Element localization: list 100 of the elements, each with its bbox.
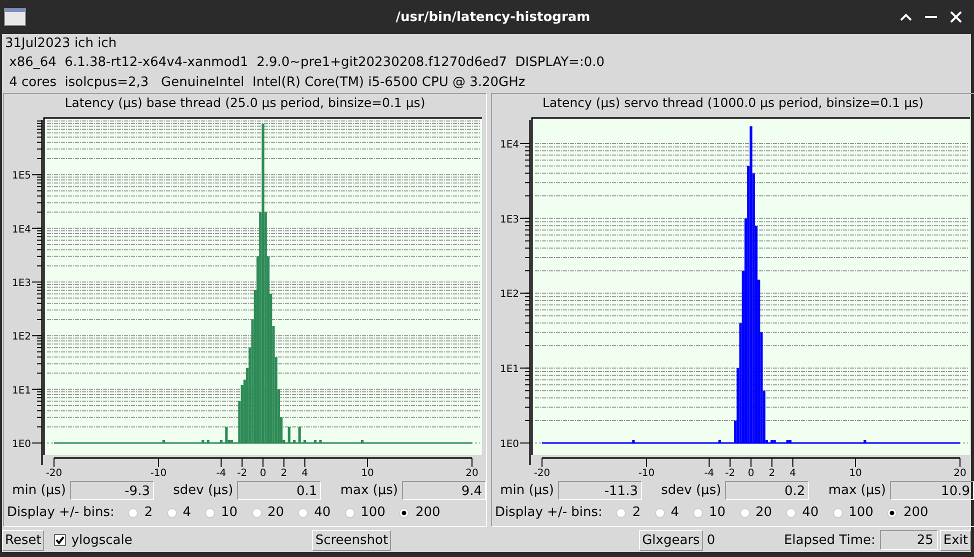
histogram-bar [202, 440, 204, 443]
radio-icon[interactable] [832, 508, 843, 518]
histogram-bar [298, 426, 301, 443]
radio-icon[interactable] [740, 508, 750, 518]
tick-label: -2 [237, 468, 248, 477]
maximize-icon[interactable] [900, 13, 912, 21]
tick-label: -2 [725, 468, 736, 477]
chart-title: Latency (µs) base thread (25.0 µs period, binsize=0.1 µs) [64, 94, 426, 112]
bins-radio[interactable]: 40 [298, 505, 331, 520]
bins-radio[interactable]: 20 [252, 505, 284, 520]
bins-radio[interactable]: 200 [887, 505, 928, 520]
elapsed-field: 25 [880, 530, 938, 550]
info-line: 31Jul2023 ich ich [4, 35, 118, 53]
tick-label: -4 [216, 468, 226, 477]
bins-label: Display +/- bins: [7, 505, 114, 520]
stat-label: min (µs) [11, 482, 66, 498]
radio-icon[interactable] [128, 508, 138, 518]
histogram-bar [293, 440, 296, 443]
radio-icon[interactable] [654, 508, 665, 518]
exit-button[interactable]: Exit [940, 530, 971, 550]
tick-label: 1E5 [12, 170, 31, 182]
window-icon [4, 8, 26, 26]
screenshot-button[interactable]: Screenshot [312, 530, 392, 550]
tick-label: 1E4 [500, 139, 519, 150]
tick-label: 4 [790, 468, 796, 477]
stat-label: sdev (µs) [172, 482, 234, 498]
tick-label: 1E2 [500, 289, 519, 300]
tick-label: 2 [768, 468, 776, 477]
bins-radio[interactable]: 2 [616, 505, 641, 520]
glxgears-button[interactable]: Glxgears [639, 530, 703, 550]
tick-label: 4 [302, 468, 308, 477]
radio-icon[interactable] [252, 508, 262, 518]
tick-label: -20 [534, 468, 550, 477]
stat-label: min (µs) [499, 482, 554, 498]
stat-field: -9.3 [70, 480, 154, 500]
histogram-bar [220, 440, 222, 443]
tick-label: -10 [638, 468, 655, 477]
bins-radio[interactable]: 2 [128, 505, 153, 520]
bins-radio[interactable]: 100 [344, 505, 386, 520]
tick-label: 20 [954, 468, 966, 477]
tick-label: 1E1 [500, 364, 519, 376]
tick-label: 20 [466, 468, 478, 477]
info-line: 4 cores isolcpus=2,3 GenuineIntel Intel(R) Core(TM) i5-6500 CPU @ 3.20GHz [8, 74, 526, 92]
bins-radio[interactable]: 200 [399, 505, 440, 520]
tick-label: -10 [150, 468, 167, 477]
radio-icon[interactable] [887, 508, 898, 518]
radio-icon[interactable] [204, 508, 215, 518]
tick-label: 2 [280, 468, 288, 477]
radio-icon[interactable] [692, 508, 703, 518]
tick-label: 10 [361, 468, 374, 477]
info-line: x86_64 6.1.38-rt12-x64v4-xanmod1 2.9.0~pre1+git20230208.f1270d6ed7 DISPLAY=:0.0 [8, 54, 606, 72]
bins-radio[interactable]: 4 [654, 505, 679, 520]
radio-icon[interactable] [166, 508, 177, 518]
bins-radio[interactable]: 100 [832, 505, 874, 520]
stat-label: max (µs) [827, 482, 886, 498]
bins-radio[interactable]: 10 [692, 505, 726, 520]
radio-icon[interactable] [786, 508, 796, 518]
histogram-bar [206, 440, 210, 443]
reset-button[interactable]: Reset [2, 530, 44, 550]
tick-label: 1E0 [12, 439, 31, 450]
stat-label: sdev (µs) [660, 482, 722, 498]
ylogscale-checkbox[interactable]: ylogscale [54, 532, 132, 548]
bins-radio[interactable]: 20 [740, 505, 772, 520]
stat-field: 0.1 [237, 480, 322, 500]
close-icon[interactable] [950, 11, 962, 23]
histogram-bar [304, 440, 306, 443]
bins-radio[interactable]: 10 [204, 505, 238, 520]
tick-label: -20 [46, 468, 62, 477]
tick-label: 1E1 [12, 385, 31, 396]
histogram-bar [288, 426, 290, 443]
chart-title: Latency (µs) servo thread (1000.0 µs period, binsize=0.1 µs) [542, 94, 924, 112]
histogram-bar [864, 440, 866, 443]
radio-icon[interactable] [298, 508, 308, 518]
stat-field: -11.3 [558, 480, 642, 500]
glxgears-count: 0 [706, 532, 716, 548]
histogram-bar [718, 440, 721, 443]
minimize-icon[interactable] [925, 15, 937, 19]
tick-label: 1E3 [12, 278, 31, 289]
bins-radio[interactable]: 4 [166, 505, 191, 520]
radio-icon[interactable] [344, 508, 355, 518]
histogram-bar [632, 440, 635, 443]
radio-icon[interactable] [399, 508, 410, 518]
tick-label: 1E0 [500, 439, 519, 450]
bins-radio[interactable]: 40 [786, 505, 819, 520]
tick-label: 1E3 [500, 214, 519, 226]
bins-label: Display +/- bins: [495, 505, 602, 520]
tick-label: 0 [260, 468, 266, 477]
checkbox-icon[interactable] [54, 534, 66, 546]
histogram-bar [360, 440, 364, 443]
elapsed-label: Elapsed Time: [784, 532, 876, 548]
stat-field: 0.2 [725, 480, 810, 500]
tick-label: 10 [849, 468, 862, 477]
histogram-bar [314, 440, 317, 443]
tick-label: 1E2 [12, 332, 31, 343]
window-title: /usr/bin/latency-histogram [394, 10, 592, 24]
tick-label: 1E4 [12, 224, 31, 236]
stat-label: max (µs) [339, 482, 398, 498]
radio-icon[interactable] [616, 508, 626, 518]
histogram-bar [162, 440, 166, 443]
stat-field: 9.4 [402, 480, 486, 500]
